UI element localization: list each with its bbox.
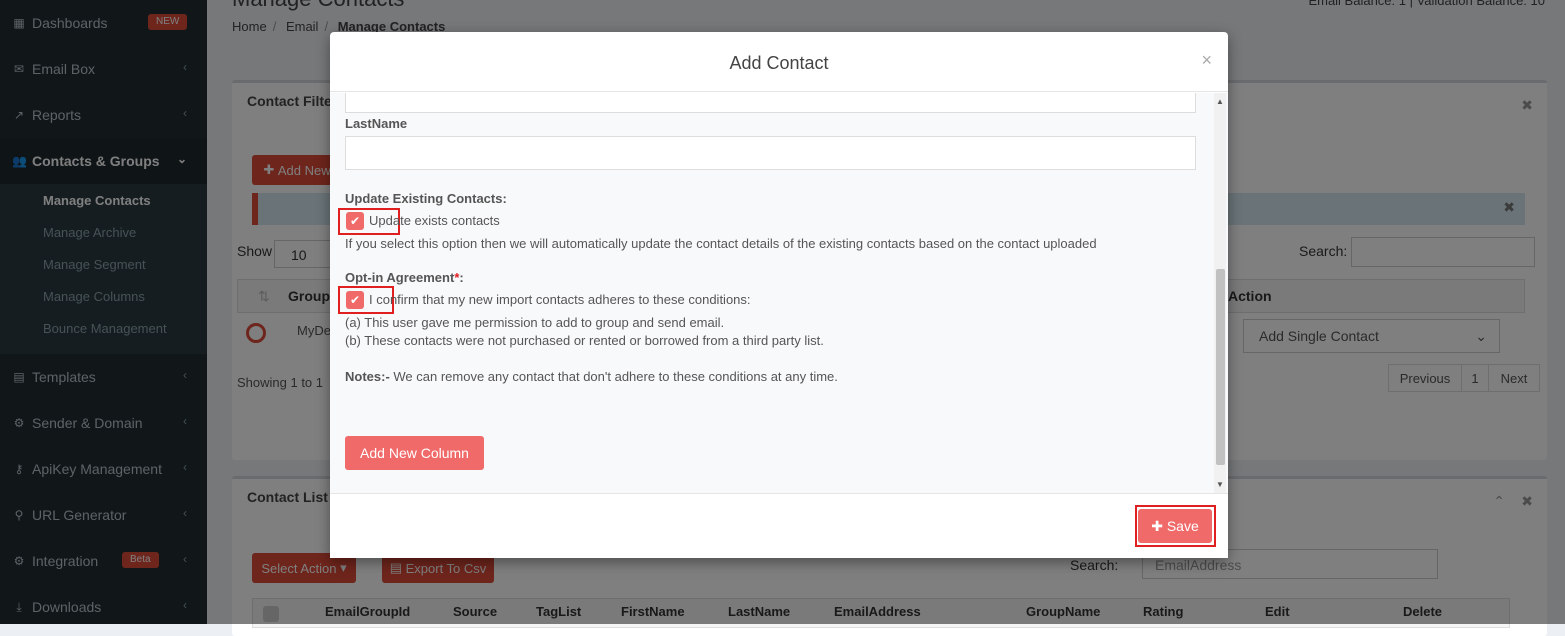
- modal-scrollbar[interactable]: ▲ ▼: [1214, 93, 1226, 493]
- update-existing-label: Update Existing Contacts:: [345, 191, 507, 206]
- update-help-text: If you select this option then we will a…: [345, 236, 1097, 251]
- notes-text: Notes:- We can remove any contact that d…: [345, 369, 838, 384]
- optin-label: Opt-in Agreement*:: [345, 270, 464, 285]
- modal-header: Add Contact ×: [330, 32, 1228, 92]
- highlight-box: [1135, 505, 1216, 547]
- condition-b: (b) These contacts were not purchased or…: [345, 333, 824, 348]
- scroll-thumb[interactable]: [1216, 269, 1225, 465]
- lastname-input[interactable]: [345, 136, 1196, 170]
- scroll-down-icon[interactable]: ▼: [1216, 480, 1224, 489]
- modal-footer: ✚ Save: [330, 493, 1228, 558]
- modal-body: LastName Update Existing Contacts: ✔ Upd…: [330, 93, 1228, 493]
- modal-title: Add Contact: [729, 53, 829, 73]
- firstname-input[interactable]: [345, 93, 1196, 113]
- add-new-column-button[interactable]: Add New Column: [345, 436, 484, 470]
- scroll-up-icon[interactable]: ▲: [1216, 97, 1224, 106]
- condition-a: (a) This user gave me permission to add …: [345, 315, 725, 330]
- optin-text: I confirm that my new import contacts ad…: [369, 292, 751, 307]
- close-icon[interactable]: ×: [1201, 50, 1212, 71]
- update-contacts-text: Update exists contacts: [369, 213, 500, 228]
- lastname-label: LastName: [345, 116, 408, 131]
- add-contact-modal: Add Contact × LastName Update Existing C…: [330, 32, 1228, 558]
